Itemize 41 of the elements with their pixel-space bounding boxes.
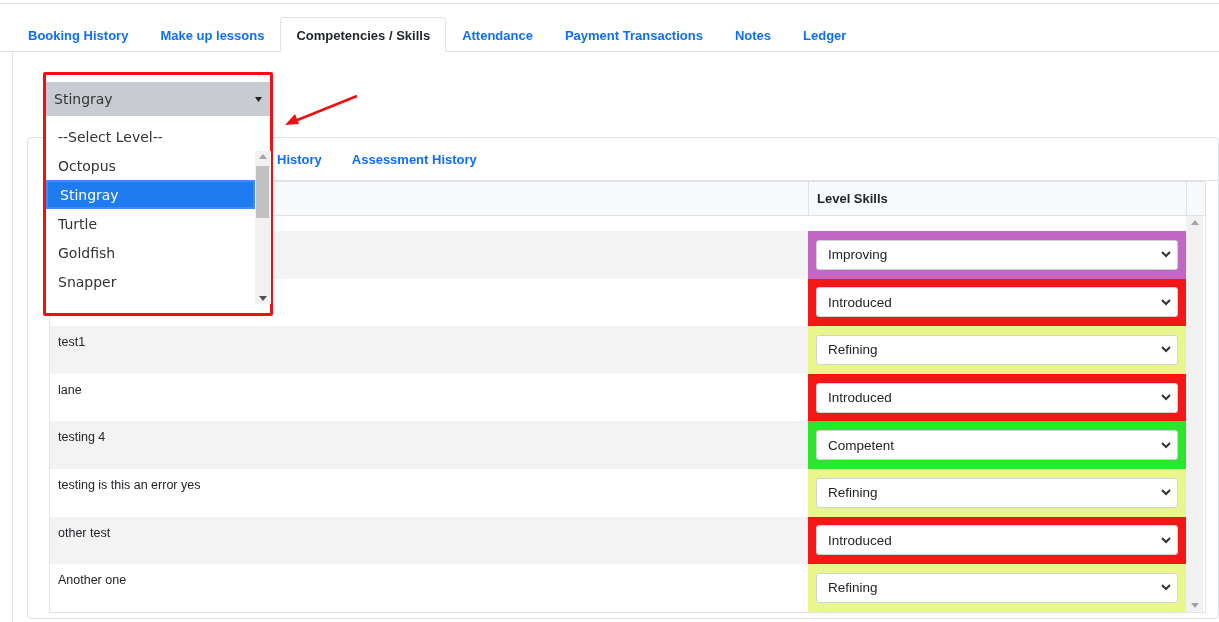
dropdown-option[interactable]: Stingray — [46, 180, 255, 209]
level-dropdown[interactable]: Improving — [816, 239, 1178, 270]
chevron-down-icon — [1161, 441, 1171, 449]
scroll-up-icon[interactable] — [259, 154, 267, 159]
chevron-down-icon — [1161, 346, 1171, 354]
scroll-down-icon[interactable] — [259, 296, 267, 301]
chevron-down-icon — [1161, 394, 1171, 402]
table-cell-text: Another one — [57, 572, 128, 590]
chevron-down-icon — [1161, 251, 1171, 259]
tab[interactable]: History — [277, 151, 322, 167]
chevron-down-icon — [1161, 584, 1171, 592]
chevron-down-icon — [1161, 489, 1171, 497]
level-select[interactable]: Stingray — [46, 82, 270, 116]
chevron-down-icon — [1161, 536, 1171, 544]
scrollbar[interactable] — [1186, 216, 1203, 612]
scroll-up-icon[interactable] — [1190, 220, 1199, 225]
table-cell: testing 4 — [50, 421, 808, 469]
chevron-down-icon — [1161, 298, 1171, 306]
scrollbar[interactable] — [255, 151, 271, 304]
caret-icon — [255, 96, 262, 102]
tab[interactable]: Competencies / Skills — [280, 17, 447, 52]
level-dropdown[interactable]: Refining — [816, 335, 1178, 365]
table-cell-text: lane — [57, 381, 83, 399]
level-dropdown[interactable]: Competent — [816, 430, 1178, 461]
tab[interactable]: Assessment History — [351, 151, 477, 167]
table-cell-text: testing is this an error yes — [57, 476, 202, 494]
table-cell: other test — [50, 516, 808, 565]
tab[interactable]: Booking History — [12, 17, 145, 52]
level-dropdown[interactable]: Introduced — [816, 525, 1178, 556]
table-cell: test1 — [50, 326, 808, 374]
level-dropdown[interactable]: Introduced — [816, 287, 1178, 318]
tab[interactable]: Attendance — [446, 17, 549, 52]
level-dropdown[interactable]: Refining — [816, 477, 1178, 508]
tab[interactable]: Make up lessons — [144, 17, 281, 52]
level-dropdown[interactable]: Introduced — [816, 382, 1178, 413]
tab[interactable]: Ledger — [787, 17, 863, 52]
tab[interactable]: Notes — [718, 17, 788, 52]
level-dropdown[interactable]: Refining — [816, 572, 1178, 603]
scroll-thumb[interactable] — [256, 166, 269, 218]
column-header: Level Skills — [808, 182, 1186, 215]
tab[interactable]: Payment Transactions — [548, 17, 719, 52]
